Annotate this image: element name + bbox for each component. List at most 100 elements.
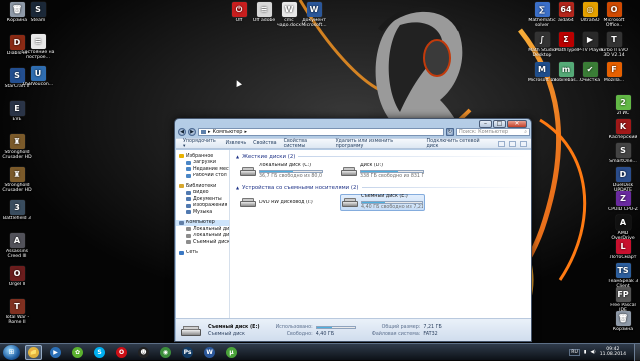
opera-taskbar-button[interactable]: O [113,345,130,360]
taskbar-app-icon: ▶ [50,346,61,358]
desktop-icon[interactable]: 3 Battlefield 3 [0,200,34,221]
stronghold-icon: ♜ [9,167,25,182]
desktop-icon[interactable]: ♜ Stronghold Crusader HD [0,167,34,193]
desktop-icon[interactable]: U USBVoucon... [21,66,55,87]
drive-item[interactable]: Локальный диск (C:) 36,7 ГБ свободно из 8… [239,163,324,180]
desktop-icon[interactable]: ♜ Stronghold Crusader HD [0,134,34,160]
explorer-taskbar-button[interactable]: 📁 [25,344,42,360]
desktop-icon[interactable]: ≡ Состояние на построе... [21,34,55,60]
details-drive-name: Съемный диск (E:) [208,324,260,330]
desktop-icon[interactable]: T Turbo II EVO 3D V2.14 [597,32,631,58]
drive-item[interactable]: Съемный диск (E:) 4,40 ГБ свободно из 7,2… [340,194,425,211]
drive-info: Локальный диск (C:) 36,7 ГБ свободно из 8… [259,163,323,180]
desktop-icon[interactable]: S SmartOne... [606,143,640,164]
desktop-icon-label: Battlefield 3 [3,216,31,221]
desktop-icon[interactable]: TSТеамSpeak 3 Client [606,263,640,289]
group-header[interactable]: ▲ Жесткие диски (2) [236,153,526,160]
app-icon: D [615,167,631,182]
map-network-drive-button[interactable]: Подключить сетевой диск [426,139,491,149]
word-document-icon: W [281,2,297,17]
hard-drive-icon [341,166,357,177]
drive-usage-bar [259,170,323,173]
taskbar-app-icon: ◉ [160,346,171,358]
address-chevron-icon: ▸ [208,128,211,135]
group-divider [361,187,526,188]
drive-name: Локальный диск (C:) [259,163,312,169]
help-icon[interactable] [520,140,527,147]
desktop-icon[interactable]: FPFree Pascal IDE [606,287,640,313]
uninstall-program-button[interactable]: Удалить или изменить программу [336,139,420,149]
removable-drive-icon [342,197,358,208]
chrome-taskbar-button[interactable]: ◉ [157,345,174,360]
taskbar-app-icon: ☻ [138,346,149,358]
desktop-icon[interactable]: Z CPUID CPU-Z [606,191,640,212]
preview-pane-icon[interactable] [509,140,516,147]
group-header[interactable]: ▲ Устройства со съемными носителями (2) [236,184,526,191]
nav-item-label: Недавние места [193,166,229,172]
collapse-arrow-icon[interactable]: ▲ [236,185,239,190]
properties-button[interactable]: Свойства [253,141,276,146]
organize-button[interactable]: Упорядочить ▾ [183,139,219,149]
utorrent-taskbar-button[interactable]: µ [223,345,240,360]
eject-button[interactable]: Извлечь [226,141,247,146]
desktop-icon[interactable]: O Microsoft Office.. [597,2,631,28]
photoshop-taskbar-button[interactable]: Ps [179,345,196,360]
view-options-icon[interactable] [498,140,505,147]
icq-taskbar-button[interactable]: ✿ [69,345,86,360]
show-desktop-button[interactable] [634,343,640,361]
explorer-window[interactable]: – □ ✕ ◀ ▶ ▸ Компьютер ▸ ↻ Поиск: Компьют… [174,118,532,342]
drive-item[interactable]: Диск (D:) 338 ГБ свободно из 831 ГБ [340,163,425,180]
start-button[interactable]: ⊞ [3,344,20,360]
media-player-taskbar-button[interactable]: ▶ [47,345,64,360]
collapse-arrow-icon[interactable]: ▲ [236,154,239,159]
nav-item[interactable]: Сеть [176,250,229,257]
desktop-icon[interactable]: F Mozilla... [597,62,631,83]
nav-item-label: Избранное [186,153,214,159]
desktop-icon[interactable]: L ЛотоСмарт [606,239,640,260]
back-button[interactable]: ◀ [178,127,186,136]
desktop-icon[interactable]: S Steam [21,2,55,23]
skype-taskbar-button[interactable]: S [91,345,108,360]
nav-item-icon [186,203,191,208]
desktop-icon[interactable]: O Orgel II [0,266,34,287]
drive-info: DVD RW дисковод (I:) [259,200,323,206]
desktop-icon-label: Документ Microsoft... [301,18,327,28]
details-usage-bar [315,325,356,329]
details-free-value: 4,40 ГБ [315,331,335,337]
volume-icon[interactable]: ◀) [590,350,595,355]
desktop-icon[interactable]: AAMD OverDrive [606,215,640,241]
desktop-icon-label: Turbo II EVO 3D V2.14 [600,48,628,58]
search-input[interactable]: Поиск: Компьютер ⌕ [456,127,530,136]
desktop-icon[interactable]: 2 2ГИС [606,95,640,116]
forward-button[interactable]: ▶ [188,127,196,136]
system-properties-button[interactable]: Свойства системы [284,139,329,149]
cleaner-icon: ✔ [582,62,598,77]
desktop-icon[interactable]: DDuelDisk UPDATE [606,167,640,193]
group-divider [298,156,526,157]
network-icon[interactable]: ▮ [584,350,587,355]
details-usage: Использовано: Свободно: 4,40 ГБ [276,325,356,337]
group-title: Жесткие диски (2) [242,153,296,160]
taskbar-app-icon: W [204,346,215,358]
drive-item[interactable]: DVD RW дисковод (I:) [239,194,324,211]
desktop-icon[interactable]: T Total War - Rome II [0,299,34,325]
address-field[interactable]: ▸ Компьютер ▸ [198,127,444,136]
address-bar: ◀ ▶ ▸ Компьютер ▸ ↻ Поиск: Компьютер ⌕ [178,127,530,136]
taskbar-app-icon: S [94,346,105,358]
power-icon: ⏻ [231,2,247,17]
desktop-icon[interactable]: W Документ Microsoft... [297,2,331,28]
dvd-drive-icon [240,197,256,208]
details-total-value: 7,21 ГБ [423,324,442,330]
desktop-icon[interactable]: A Assassins Creed III [0,233,34,259]
word-taskbar-button[interactable]: W [201,345,218,360]
desktop-icon[interactable]: K Касперский [606,119,640,140]
refresh-button[interactable]: ↻ [446,127,454,136]
totalwar-icon: T [9,299,25,314]
desktop-icon[interactable]: E EVE [0,101,34,122]
game-taskbar-button[interactable]: ☻ [135,345,152,360]
clock[interactable]: 09:42 11.08.2014 [600,347,626,358]
amd-icon: A [615,215,631,230]
language-indicator[interactable]: RU [569,348,580,356]
desktop-icon[interactable]: 🗑 Корзина [606,311,640,332]
search-icon: ⌕ [524,128,527,135]
